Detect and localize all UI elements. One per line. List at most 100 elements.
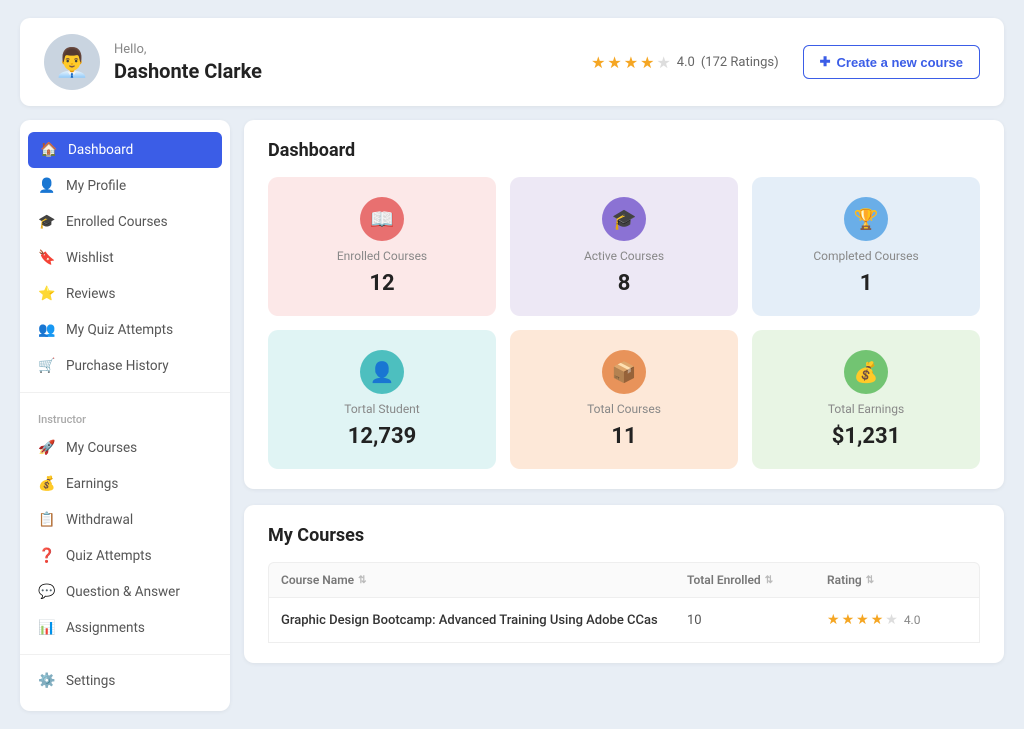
sidebar-label-quiz: My Quiz Attempts xyxy=(66,322,173,338)
header-right: ★ ★ ★ ★ ★ 4.0 (172 Ratings) ✚ Create a n… xyxy=(591,45,980,79)
row-star-4: ★ xyxy=(871,612,884,628)
sidebar-item-qa[interactable]: 💬 Question & Answer xyxy=(20,574,230,610)
header: 👨‍💼 Hello, Dashonte Clarke ★ ★ ★ ★ ★ 4.0… xyxy=(20,18,1004,106)
sidebar-label-reviews: Reviews xyxy=(66,286,116,302)
plus-icon: ✚ xyxy=(820,54,831,70)
sort-icon-name: ⇅ xyxy=(358,575,366,586)
star-5: ★ xyxy=(656,53,670,72)
rating-area: ★ ★ ★ ★ ★ 4.0 (172 Ratings) xyxy=(591,53,779,72)
star-2: ★ xyxy=(607,53,621,72)
stat-active: 🎓 Active Courses 8 xyxy=(510,177,738,316)
sidebar-item-purchase-history[interactable]: 🛒 Purchase History xyxy=(20,348,230,384)
courses-table: Course Name ⇅ Total Enrolled ⇅ Rating ⇅ xyxy=(268,562,980,643)
active-stat-value: 8 xyxy=(618,271,631,296)
sidebar-label-dashboard: Dashboard xyxy=(68,142,133,158)
sidebar-item-quiz-attempts[interactable]: 👥 My Quiz Attempts xyxy=(20,312,230,348)
sidebar-item-quiz-attempts-instructor[interactable]: ❓ Quiz Attempts xyxy=(20,538,230,574)
table-row: Graphic Design Bootcamp: Advanced Traini… xyxy=(268,598,980,643)
main-layout: 🏠 Dashboard 👤 My Profile 🎓 Enrolled Cour… xyxy=(20,120,1004,711)
sidebar-label-assignments: Assignments xyxy=(66,620,145,636)
wishlist-icon: 🔖 xyxy=(38,250,56,266)
sidebar-item-dashboard[interactable]: 🏠 Dashboard xyxy=(28,132,222,168)
profile-icon: 👤 xyxy=(38,178,56,194)
create-course-button[interactable]: ✚ Create a new course xyxy=(803,45,980,79)
sidebar-label-earnings: Earnings xyxy=(66,476,118,492)
total-courses-stat-icon: 📦 xyxy=(602,350,646,394)
header-left: 👨‍💼 Hello, Dashonte Clarke xyxy=(44,34,262,90)
sidebar-item-assignments[interactable]: 📊 Assignments xyxy=(20,610,230,646)
completed-stat-icon: 🏆 xyxy=(844,197,888,241)
stat-total-student: 👤 Tortal Student 12,739 xyxy=(268,330,496,469)
total-student-stat-icon: 👤 xyxy=(360,350,404,394)
sidebar-item-earnings[interactable]: 💰 Earnings xyxy=(20,466,230,502)
enrolled-count-cell: 10 xyxy=(687,613,827,628)
stats-grid: 📖 Enrolled Courses 12 🎓 Active Courses 8… xyxy=(268,177,980,469)
row-rating-text: 4.0 xyxy=(904,613,921,627)
content: Dashboard 📖 Enrolled Courses 12 🎓 Active… xyxy=(244,120,1004,663)
col-course-name: Course Name ⇅ xyxy=(281,573,687,587)
enrolled-stat-label: Enrolled Courses xyxy=(337,249,427,263)
star-4: ★ xyxy=(640,53,654,72)
row-star-5: ★ xyxy=(885,612,898,628)
stat-enrolled: 📖 Enrolled Courses 12 xyxy=(268,177,496,316)
sidebar-label-my-courses: My Courses xyxy=(66,440,137,456)
sidebar-item-settings[interactable]: ⚙️ Settings xyxy=(20,663,230,699)
total-courses-stat-value: 11 xyxy=(611,424,636,449)
sidebar-label-settings: Settings xyxy=(66,673,115,689)
sidebar: 🏠 Dashboard 👤 My Profile 🎓 Enrolled Cour… xyxy=(20,120,230,711)
enrolled-stat-icon: 📖 xyxy=(360,197,404,241)
course-name-cell: Graphic Design Bootcamp: Advanced Traini… xyxy=(281,613,687,628)
table-header: Course Name ⇅ Total Enrolled ⇅ Rating ⇅ xyxy=(268,562,980,598)
my-courses-title: My Courses xyxy=(268,525,980,546)
divider-2 xyxy=(20,654,230,655)
enrolled-stat-value: 12 xyxy=(369,271,394,296)
row-rating-cell: ★ ★ ★ ★ ★ 4.0 xyxy=(827,612,967,628)
quiz-attempts-icon: ❓ xyxy=(38,548,56,564)
sort-icon-enrolled: ⇅ xyxy=(765,575,773,586)
sidebar-label-wishlist: Wishlist xyxy=(66,250,114,266)
rating-value: 4.0 xyxy=(677,55,695,70)
qa-icon: 💬 xyxy=(38,584,56,600)
withdrawal-icon: 📋 xyxy=(38,512,56,528)
greeting-block: Hello, Dashonte Clarke xyxy=(114,42,262,83)
dashboard-title: Dashboard xyxy=(268,140,980,161)
stat-completed: 🏆 Completed Courses 1 xyxy=(752,177,980,316)
stat-total-earnings: 💰 Total Earnings $1,231 xyxy=(752,330,980,469)
active-stat-icon: 🎓 xyxy=(602,197,646,241)
sidebar-item-my-courses[interactable]: 🚀 My Courses xyxy=(20,430,230,466)
purchase-icon: 🛒 xyxy=(38,358,56,374)
sidebar-label-withdrawal: Withdrawal xyxy=(66,512,133,528)
sidebar-item-my-profile[interactable]: 👤 My Profile xyxy=(20,168,230,204)
stat-total-courses: 📦 Total Courses 11 xyxy=(510,330,738,469)
row-star-2: ★ xyxy=(842,612,855,628)
sidebar-label-my-profile: My Profile xyxy=(66,178,126,194)
active-stat-label: Active Courses xyxy=(584,249,664,263)
sidebar-label-enrolled: Enrolled Courses xyxy=(66,214,168,230)
col-rating: Rating ⇅ xyxy=(827,573,967,587)
earnings-icon: 💰 xyxy=(38,476,56,492)
sidebar-item-withdrawal[interactable]: 📋 Withdrawal xyxy=(20,502,230,538)
total-earnings-stat-value: $1,231 xyxy=(832,424,901,449)
avatar: 👨‍💼 xyxy=(44,34,100,90)
sidebar-item-enrolled-courses[interactable]: 🎓 Enrolled Courses xyxy=(20,204,230,240)
total-earnings-stat-label: Total Earnings xyxy=(828,402,904,416)
total-courses-stat-label: Total Courses xyxy=(587,402,661,416)
completed-stat-value: 1 xyxy=(860,271,873,296)
sort-icon-rating: ⇅ xyxy=(866,575,874,586)
dashboard-card: Dashboard 📖 Enrolled Courses 12 🎓 Active… xyxy=(244,120,1004,489)
settings-icon: ⚙️ xyxy=(38,673,56,689)
stars: ★ ★ ★ ★ ★ xyxy=(591,53,671,72)
create-btn-label: Create a new course xyxy=(837,55,963,70)
col-total-enrolled: Total Enrolled ⇅ xyxy=(687,573,827,587)
completed-stat-label: Completed Courses xyxy=(813,249,918,263)
assignments-icon: 📊 xyxy=(38,620,56,636)
divider-1 xyxy=(20,392,230,393)
reviews-icon: ⭐ xyxy=(38,286,56,302)
sidebar-item-reviews[interactable]: ⭐ Reviews xyxy=(20,276,230,312)
my-courses-icon: 🚀 xyxy=(38,440,56,456)
total-student-stat-value: 12,739 xyxy=(348,424,417,449)
my-courses-card: My Courses Course Name ⇅ Total Enrolled … xyxy=(244,505,1004,663)
sidebar-item-wishlist[interactable]: 🔖 Wishlist xyxy=(20,240,230,276)
sidebar-label-purchase: Purchase History xyxy=(66,358,169,374)
star-3: ★ xyxy=(624,53,638,72)
